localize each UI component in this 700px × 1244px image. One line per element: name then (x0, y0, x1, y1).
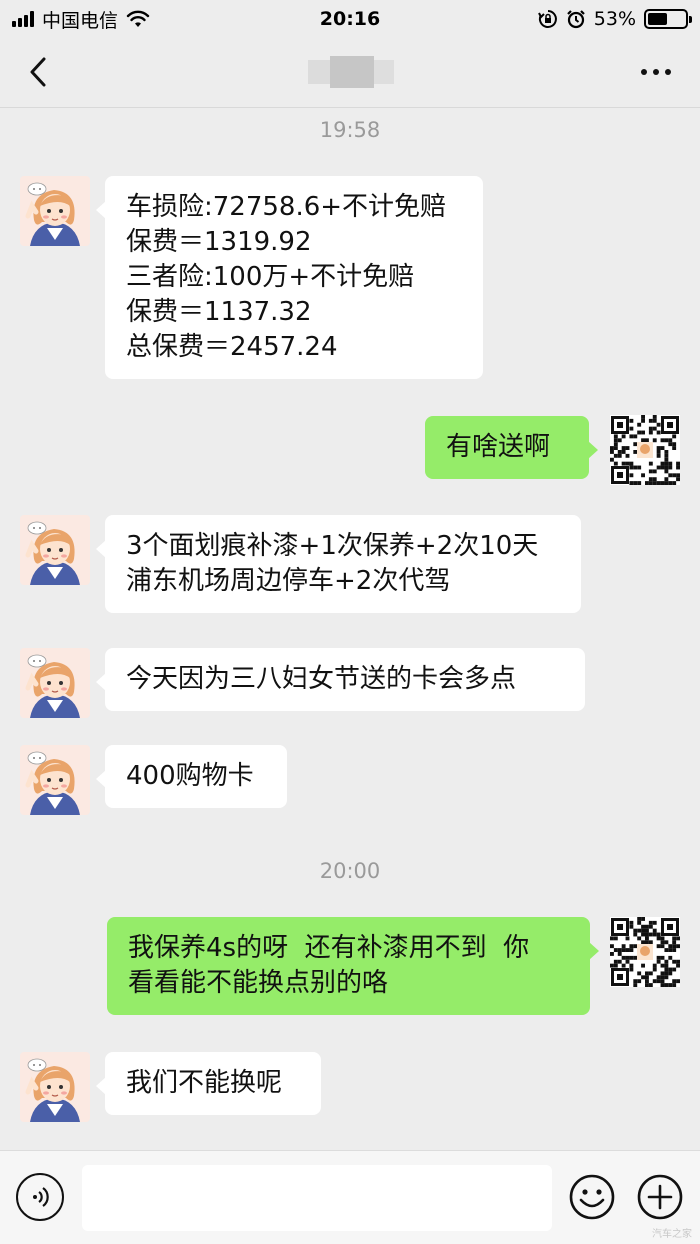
my-avatar[interactable] (610, 917, 680, 987)
contact-avatar[interactable] (20, 515, 90, 585)
timestamp: 20:00 (319, 859, 381, 883)
input-bar: 汽车之家 (0, 1150, 700, 1244)
message-bubble-incoming[interactable]: 3个面划痕补漆+1次保养+2次10天 浦东机场周边停车+2次代驾 (96, 515, 581, 613)
watermark: 汽车之家 (652, 1229, 692, 1240)
plus-icon (637, 1174, 683, 1220)
emoji-button[interactable] (568, 1173, 616, 1221)
message-bubble-incoming[interactable]: 400购物卡 (96, 745, 287, 808)
status-bar: 中国电信 20:16 53% (0, 0, 700, 38)
more-button[interactable] (634, 60, 678, 84)
message-bubble-outgoing[interactable]: 有啥送啊 (425, 416, 598, 479)
avatar-illustration (20, 745, 90, 815)
avatar-illustration (20, 176, 90, 246)
contact-avatar[interactable] (20, 648, 90, 718)
qr-code-icon (610, 917, 680, 987)
timestamp: 19:58 (319, 118, 381, 142)
contact-avatar[interactable] (20, 176, 90, 246)
message-bubble-outgoing[interactable]: 我保养4s的呀 还有补漆用不到 你 看看能不能换点别的咯 (107, 917, 599, 1015)
voice-button[interactable] (16, 1173, 64, 1221)
alarm-icon (566, 10, 585, 29)
avatar-illustration (20, 648, 90, 718)
message-bubble-incoming[interactable]: 我们不能换呢 (96, 1052, 321, 1115)
voice-icon (33, 1187, 49, 1207)
status-left: 中国电信 (12, 6, 150, 33)
more-functions-button[interactable] (636, 1173, 684, 1221)
qr-code-icon (610, 415, 680, 485)
my-avatar[interactable] (610, 415, 680, 485)
carrier-label: 中国电信 (42, 9, 119, 32)
nav-bar (0, 38, 700, 108)
status-right: 53% (537, 8, 692, 30)
message-input[interactable] (82, 1165, 552, 1231)
message-bubble-incoming[interactable]: 车损险:72758.6+不计免赔 保费＝1319.92 三者险:100万+不计免… (96, 176, 483, 379)
contact-avatar[interactable] (20, 745, 90, 815)
more-dots-icon (641, 69, 647, 75)
battery-level (648, 13, 668, 25)
signal-icon (12, 11, 34, 27)
message-bubble-incoming[interactable]: 今天因为三八妇女节送的卡会多点 (96, 648, 585, 711)
chevron-left-icon (30, 57, 46, 87)
avatar-illustration (20, 515, 90, 585)
contact-avatar[interactable] (20, 1052, 90, 1122)
wifi-icon (126, 10, 150, 27)
rotation-lock-icon (537, 10, 557, 28)
emoji-icon (569, 1174, 615, 1220)
chat-title-redacted (308, 56, 394, 88)
battery-icon (644, 9, 692, 29)
avatar-illustration (20, 1052, 90, 1122)
back-button[interactable] (16, 50, 60, 94)
battery-percent: 53% (593, 8, 636, 30)
